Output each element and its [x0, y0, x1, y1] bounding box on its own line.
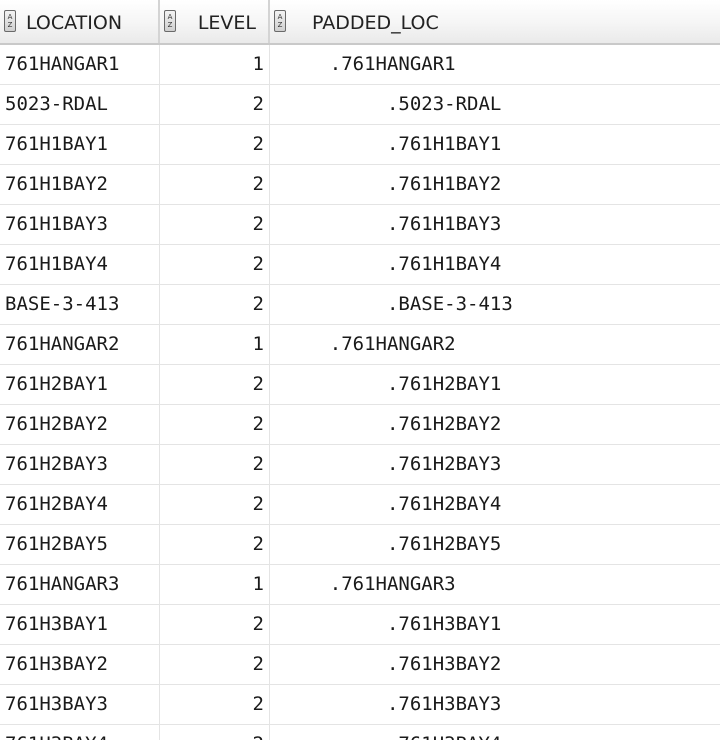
cell-level[interactable]: 1 — [160, 565, 270, 604]
table-row[interactable]: 761H3BAY42 .761H3BAY4 — [0, 725, 720, 740]
cell-level[interactable]: 2 — [160, 205, 270, 244]
cell-location[interactable]: 761H2BAY5 — [0, 525, 160, 564]
cell-location[interactable]: 761H3BAY2 — [0, 645, 160, 684]
column-header-label: LOCATION — [26, 12, 123, 34]
cell-location[interactable]: 761H3BAY3 — [0, 685, 160, 724]
cell-padded-loc[interactable]: .761H2BAY5 — [270, 525, 720, 564]
table-row[interactable]: 761H1BAY2 2 .761H1BAY2 — [0, 165, 720, 205]
cell-level[interactable]: 2 — [160, 645, 270, 684]
cell-level[interactable]: 2 — [160, 605, 270, 644]
cell-location[interactable]: 761H2BAY3 — [0, 445, 160, 484]
cell-padded-loc[interactable]: .761H1BAY3 — [270, 205, 720, 244]
cell-level[interactable]: 2 — [160, 725, 270, 740]
table-row[interactable]: 761H2BAY4 2 .761H2BAY4 — [0, 485, 720, 525]
cell-padded-loc[interactable]: .BASE-3-413 — [270, 285, 720, 324]
cell-location[interactable]: 761H1BAY3 — [0, 205, 160, 244]
cell-padded-loc[interactable]: .761H2BAY3 — [270, 445, 720, 484]
cell-location[interactable]: 761H2BAY2 — [0, 405, 160, 444]
cell-padded-loc[interactable]: .761H2BAY1 — [270, 365, 720, 404]
column-header-padded-loc[interactable]: AZ PADDED_LOC — [270, 0, 720, 43]
cell-level[interactable]: 2 — [160, 165, 270, 204]
cell-location[interactable]: 761H1BAY1 — [0, 125, 160, 164]
cell-location[interactable]: 761HANGAR3 — [0, 565, 160, 604]
cell-location[interactable]: 761H1BAY4 — [0, 245, 160, 284]
table-row[interactable]: BASE-3-413 2 .BASE-3-413 — [0, 285, 720, 325]
cell-padded-loc[interactable]: .761H1BAY4 — [270, 245, 720, 284]
cell-level[interactable]: 2 — [160, 245, 270, 284]
cell-padded-loc[interactable]: .761H2BAY2 — [270, 405, 720, 444]
table-row[interactable]: 761HANGAR2 1 .761HANGAR2 — [0, 325, 720, 365]
cell-level[interactable]: 1 — [160, 45, 270, 84]
grid-header: AZ LOCATION AZ LEVEL AZ PADDED_LOC — [0, 0, 720, 45]
cell-level[interactable]: 2 — [160, 405, 270, 444]
table-row[interactable]: 761HANGAR1 1 .761HANGAR1 — [0, 45, 720, 85]
cell-level[interactable]: 2 — [160, 525, 270, 564]
cell-level[interactable]: 2 — [160, 365, 270, 404]
table-row[interactable]: 761H1BAY4 2 .761H1BAY4 — [0, 245, 720, 285]
cell-level[interactable]: 1 — [160, 325, 270, 364]
table-row[interactable]: 761H2BAY3 2 .761H2BAY3 — [0, 445, 720, 485]
cell-location[interactable]: 761H2BAY1 — [0, 365, 160, 404]
table-row[interactable]: 761H2BAY1 2 .761H2BAY1 — [0, 365, 720, 405]
cell-location[interactable]: 761H1BAY2 — [0, 165, 160, 204]
cell-padded-loc[interactable]: .761HANGAR1 — [270, 45, 720, 84]
table-row[interactable]: 761H2BAY5 2 .761H2BAY5 — [0, 525, 720, 565]
column-header-level[interactable]: AZ LEVEL — [160, 0, 270, 43]
table-row[interactable]: 761H3BAY2 2 .761H3BAY2 — [0, 645, 720, 685]
sort-az-icon[interactable]: AZ — [274, 10, 286, 32]
cell-location[interactable]: 761H3BAY1 — [0, 605, 160, 644]
table-row[interactable]: 761H3BAY3 2 .761H3BAY3 — [0, 685, 720, 725]
results-grid: AZ LOCATION AZ LEVEL AZ PADDED_LOC 761HA… — [0, 0, 720, 740]
column-header-label: PADDED_LOC — [312, 12, 439, 34]
cell-padded-loc[interactable]: .761H3BAY1 — [270, 605, 720, 644]
cell-location[interactable]: BASE-3-413 — [0, 285, 160, 324]
cell-padded-loc[interactable]: .761H1BAY2 — [270, 165, 720, 204]
table-row[interactable]: 761H3BAY1 2 .761H3BAY1 — [0, 605, 720, 645]
table-row[interactable]: 761H1BAY3 2 .761H1BAY3 — [0, 205, 720, 245]
cell-location[interactable]: 761HANGAR2 — [0, 325, 160, 364]
cell-level[interactable]: 2 — [160, 125, 270, 164]
cell-location[interactable]: 761H3BAY4 — [0, 725, 160, 740]
table-row[interactable]: 761HANGAR3 1 .761HANGAR3 — [0, 565, 720, 605]
cell-padded-loc[interactable]: .761HANGAR3 — [270, 565, 720, 604]
cell-location[interactable]: 761HANGAR1 — [0, 45, 160, 84]
column-header-location[interactable]: AZ LOCATION — [0, 0, 160, 43]
cell-level[interactable]: 2 — [160, 445, 270, 484]
cell-padded-loc[interactable]: .5023-RDAL — [270, 85, 720, 124]
cell-level[interactable]: 2 — [160, 485, 270, 524]
cell-padded-loc[interactable]: .761H3BAY4 — [270, 725, 720, 740]
sort-az-icon[interactable]: AZ — [164, 10, 176, 32]
table-row[interactable]: 761H2BAY2 2 .761H2BAY2 — [0, 405, 720, 445]
cell-padded-loc[interactable]: .761H1BAY1 — [270, 125, 720, 164]
cell-location[interactable]: 761H2BAY4 — [0, 485, 160, 524]
grid-body: 761HANGAR1 1 .761HANGAR1 5023-RDAL 2 .5023-… — [0, 45, 720, 740]
table-row[interactable]: 761H1BAY1 2 .761H1BAY1 — [0, 125, 720, 165]
cell-level[interactable]: 2 — [160, 85, 270, 124]
cell-location[interactable]: 5023-RDAL — [0, 85, 160, 124]
table-row[interactable]: 5023-RDAL 2 .5023-RDAL — [0, 85, 720, 125]
cell-padded-loc[interactable]: .761H3BAY3 — [270, 685, 720, 724]
cell-padded-loc[interactable]: .761HANGAR2 — [270, 325, 720, 364]
cell-level[interactable]: 2 — [160, 685, 270, 724]
cell-level[interactable]: 2 — [160, 285, 270, 324]
column-header-label: LEVEL — [197, 12, 256, 34]
cell-padded-loc[interactable]: .761H2BAY4 — [270, 485, 720, 524]
cell-padded-loc[interactable]: .761H3BAY2 — [270, 645, 720, 684]
sort-az-icon[interactable]: AZ — [4, 10, 16, 32]
